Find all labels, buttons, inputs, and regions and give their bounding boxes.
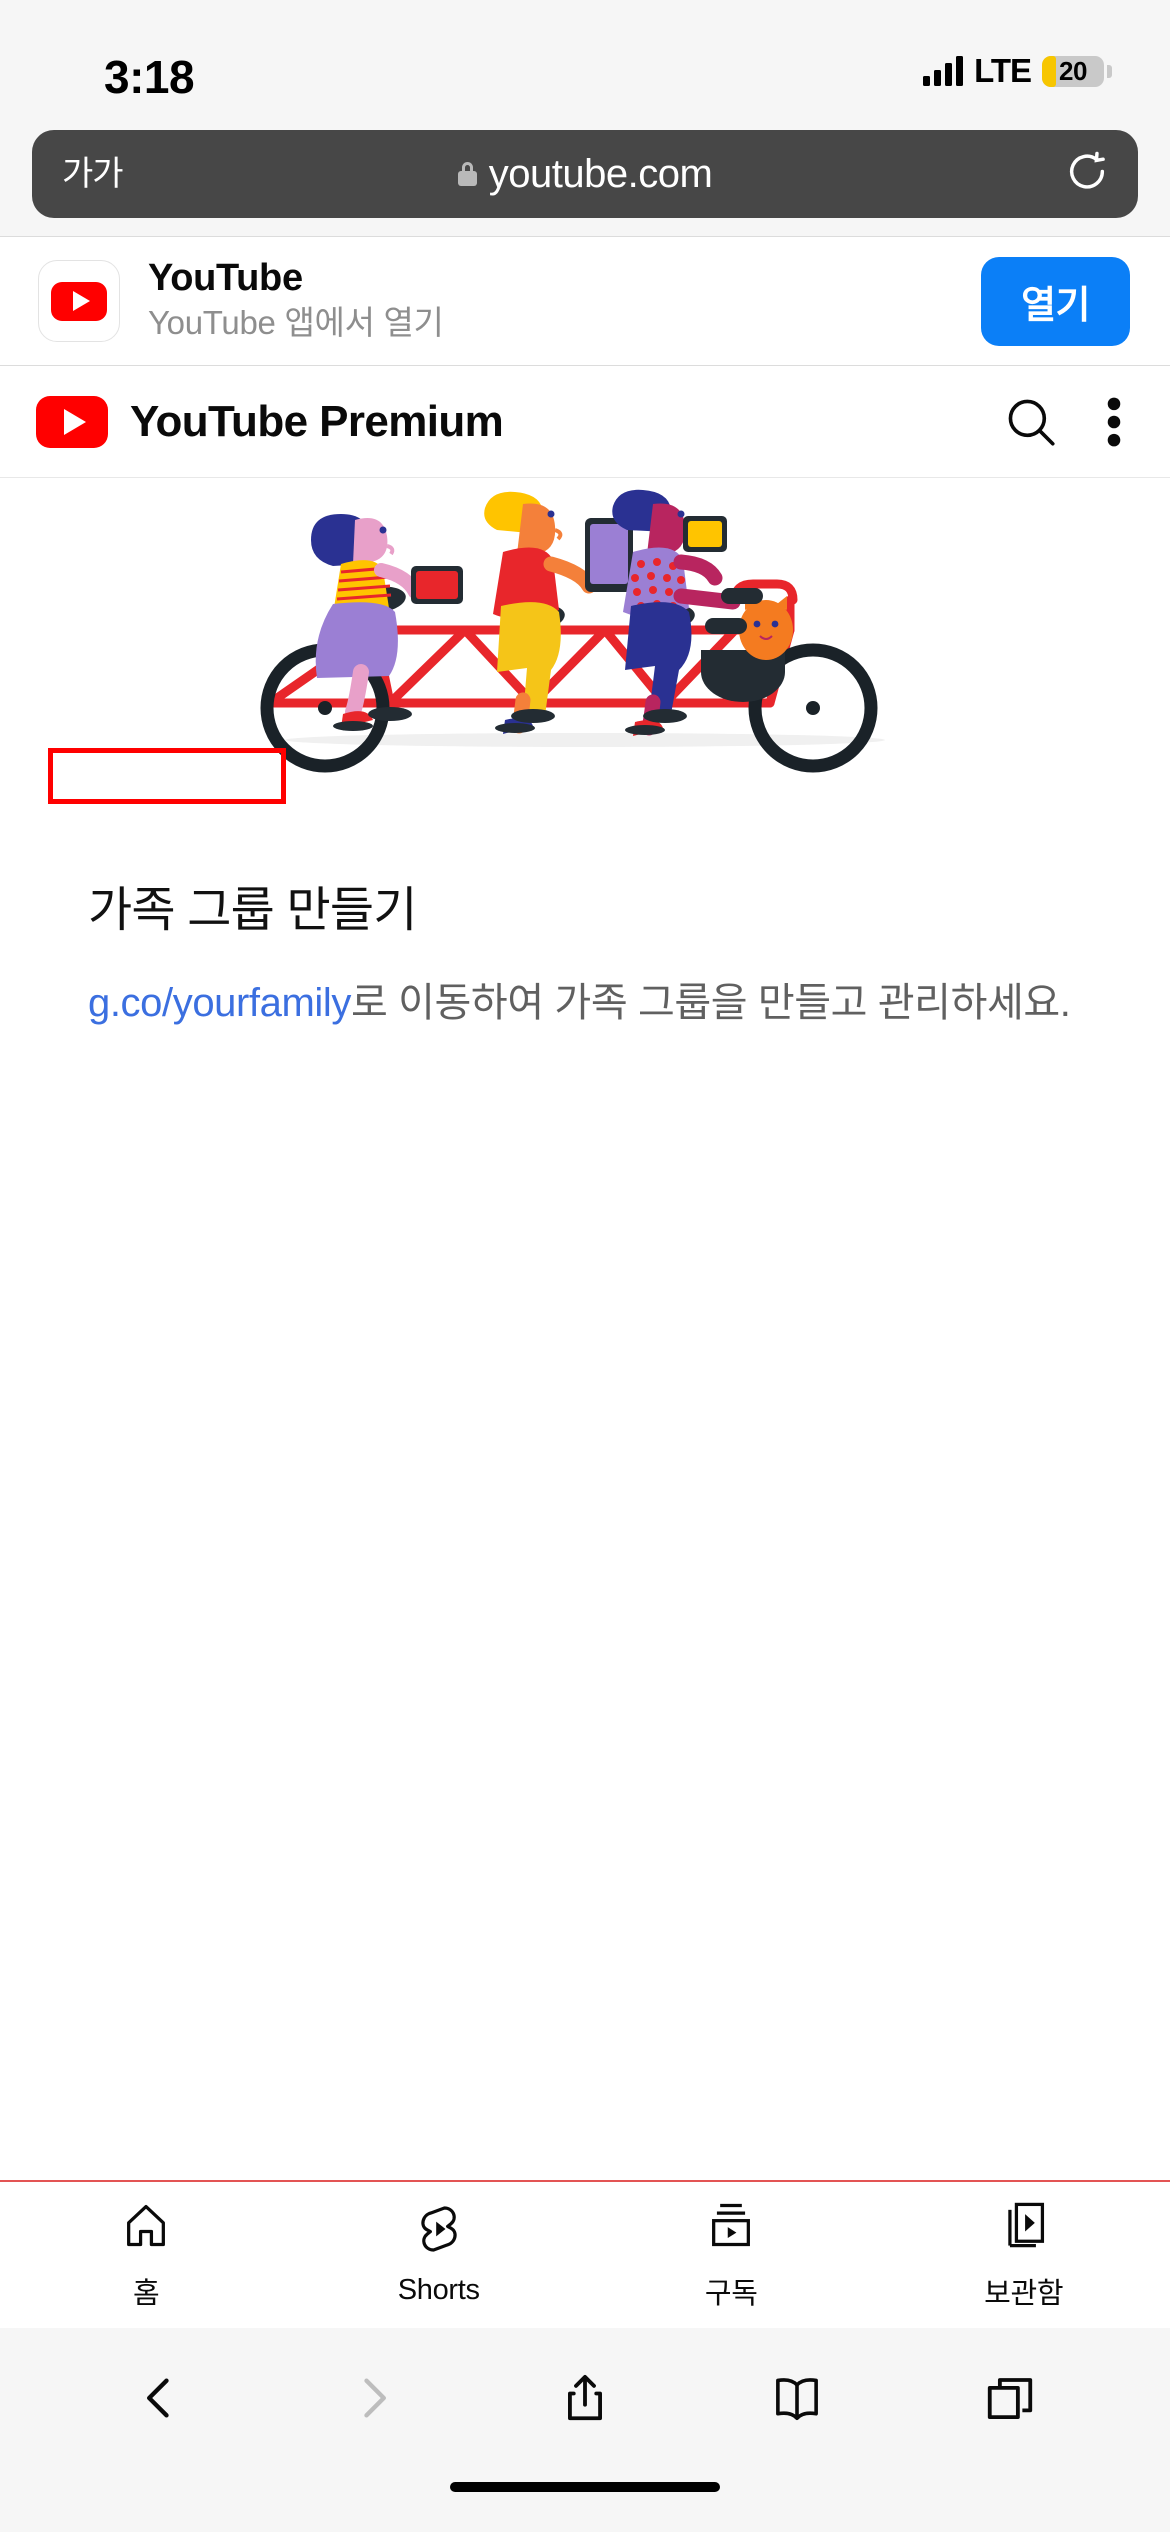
home-icon [120, 2199, 172, 2256]
back-button[interactable] [54, 2372, 266, 2424]
bookmarks-button[interactable] [691, 2371, 903, 2425]
phone-screen: 3:18 LTE 20 가가 youtube.com YouTube YouTu… [0, 0, 1170, 2532]
smart-app-banner-title: YouTube [148, 256, 303, 299]
home-indicator [450, 2482, 720, 2492]
text-size-button[interactable]: 가가 [62, 157, 124, 191]
subscriptions-icon [705, 2199, 757, 2256]
shorts-icon [413, 2203, 465, 2260]
browser-toolbar [0, 2328, 1170, 2468]
status-bar: 3:18 LTE 20 [0, 0, 1170, 130]
page-content: 가족 그룹 만들기 g.co/yourfamily로 이동하여 가족 그룹을 만… [0, 478, 1170, 2180]
tab-subscriptions[interactable]: 구독 [585, 2199, 878, 2312]
family-link[interactable]: g.co/yourfamily [88, 981, 351, 1025]
tab-shorts[interactable]: Shorts [293, 2203, 586, 2307]
lock-icon [457, 162, 477, 186]
hero-illustration-container [0, 478, 1170, 778]
section-body: g.co/yourfamily로 이동하여 가족 그룹을 만들고 관리하세요. [88, 974, 1082, 1032]
battery-percent-label: 20 [1059, 55, 1087, 86]
tab-shorts-label: Shorts [397, 2274, 480, 2306]
open-app-button[interactable]: 열기 [981, 256, 1130, 346]
tab-home[interactable]: 홈 [0, 2199, 293, 2312]
address-bar-url-group: youtube.com [32, 152, 1138, 197]
section-body-text: 로 이동하여 가족 그룹을 만들고 관리하세요. [351, 981, 1071, 1025]
tandem-bicycle-family-illustration [260, 489, 885, 773]
smart-app-banner[interactable]: YouTube YouTube 앱에서 열기 열기 [0, 236, 1170, 366]
tab-library-label: 보관함 [984, 2277, 1064, 2310]
tab-subscriptions-label: 구독 [704, 2277, 758, 2310]
smart-app-banner-subtitle: YouTube 앱에서 열기 [148, 304, 444, 342]
address-bar-url: youtube.com [488, 151, 713, 196]
status-bar-time: 3:18 [104, 51, 195, 103]
tabs-button[interactable] [904, 2371, 1116, 2425]
reload-icon[interactable] [1064, 149, 1110, 200]
search-icon[interactable] [1002, 393, 1060, 451]
youtube-header: YouTube Premium [0, 366, 1170, 478]
youtube-app-icon [38, 260, 120, 342]
home-indicator-area [0, 2468, 1170, 2532]
youtube-logo-icon[interactable] [36, 395, 108, 448]
cellular-signal-icon [923, 56, 964, 86]
browser-address-bar-container: 가가 youtube.com [0, 130, 1170, 236]
tab-library[interactable]: 보관함 [878, 2199, 1170, 2312]
youtube-brand-label: YouTube Premium [130, 396, 504, 446]
network-type-label: LTE [974, 52, 1032, 89]
more-vertical-icon[interactable] [1106, 393, 1122, 451]
section-title: 가족 그룹 만들기 [88, 884, 417, 937]
library-icon [998, 2199, 1050, 2256]
smart-app-banner-text: YouTube YouTube 앱에서 열기 [148, 257, 981, 346]
tab-home-label: 홈 [133, 2277, 160, 2310]
share-button[interactable] [479, 2371, 691, 2425]
text-section: 가족 그룹 만들기 g.co/yourfamily로 이동하여 가족 그룹을 만… [0, 870, 1170, 1032]
forward-button[interactable] [266, 2372, 478, 2424]
address-bar[interactable]: 가가 youtube.com [32, 130, 1138, 218]
youtube-tab-bar: 홈 Shorts 구독 보관함 [0, 2180, 1170, 2328]
battery-fill [1042, 55, 1056, 87]
battery-icon: 20 [1042, 55, 1112, 87]
status-bar-indicators: LTE 20 [923, 52, 1112, 90]
